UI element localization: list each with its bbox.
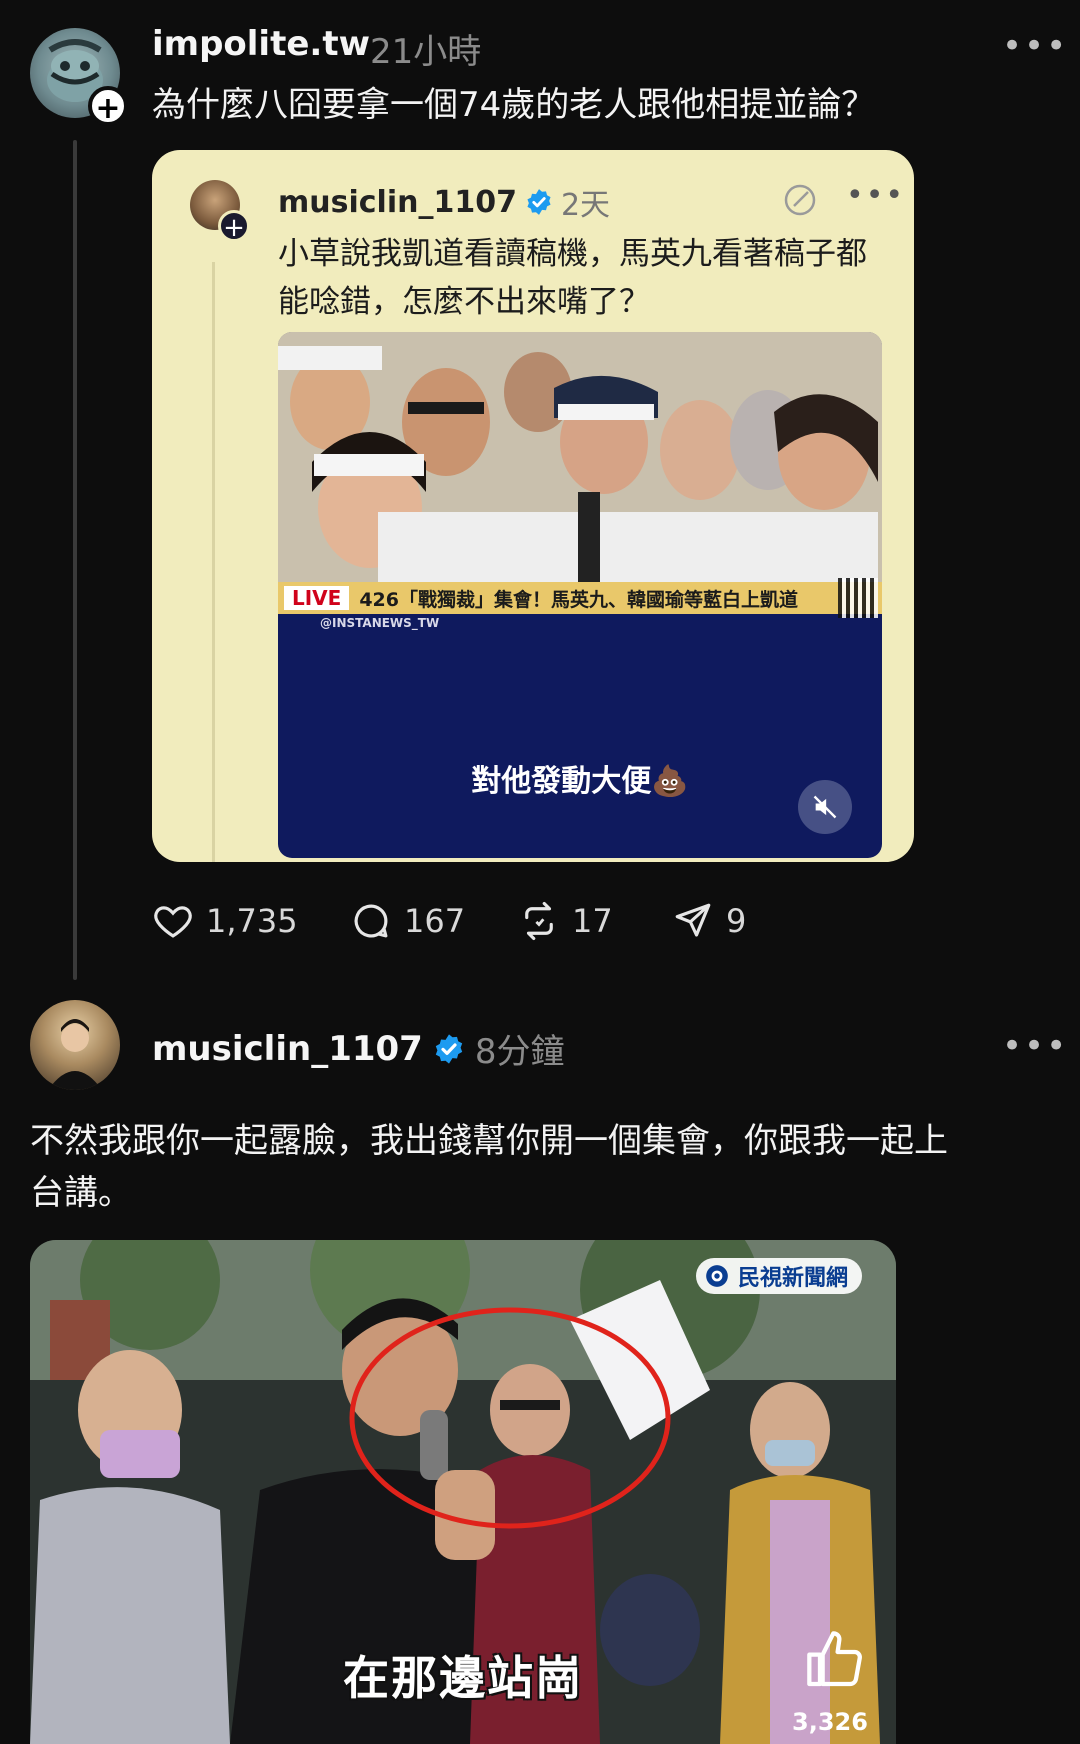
post-timestamp: 8分鐘	[474, 1032, 565, 1072]
quote-text-line-2: 能唸錯，怎麼不出來嘴了？	[278, 284, 650, 320]
quote-text-line-1: 小草說我凱道看讀稿機，馬英九看著稿子都	[278, 236, 867, 272]
quote-timestamp: 2天	[560, 188, 611, 223]
news-channel-name: 民視新聞網	[738, 1266, 849, 1291]
avatar-musiclin[interactable]	[30, 1000, 120, 1090]
reply-count: 167	[404, 902, 466, 940]
live-ticker-bar: LIVE 426「戰獨裁」集會！馬英九、韓國瑜等藍白上凱道	[278, 582, 882, 614]
quote-more-options-icon[interactable]: •••	[846, 178, 905, 213]
verified-badge-icon	[435, 1033, 463, 1064]
post-text-line-2: 台講。	[30, 1173, 132, 1213]
qr-code-icon	[838, 578, 878, 618]
reply-button[interactable]: 167	[350, 900, 465, 942]
share-count: 9	[726, 902, 747, 940]
quote-video-player[interactable]: LIVE 426「戰獨裁」集會！馬英九、韓國瑜等藍白上凱道 @INSTANEWS…	[278, 332, 882, 858]
post-text-line-1: 不然我跟你一起露臉，我出錢幫你開一個集會，你跟我一起上	[30, 1121, 948, 1161]
live-ticker-text: 426「戰獨裁」集會！馬英九、韓國瑜等藍白上凱道	[359, 588, 798, 611]
like-count: 1,735	[206, 902, 298, 940]
post-username[interactable]: musiclin_1107	[152, 1029, 423, 1069]
quote-follow-plus-button[interactable]: +	[218, 210, 250, 243]
more-options-icon[interactable]: •••	[1002, 26, 1068, 66]
video-caption: 對他發動大便💩	[471, 764, 689, 799]
send-icon	[675, 903, 711, 937]
like-button[interactable]: 1,735	[152, 900, 298, 942]
edited-icon	[784, 184, 816, 216]
thumbs-up-icon	[807, 1631, 862, 1687]
live-label: LIVE	[284, 586, 350, 610]
mute-button[interactable]	[798, 780, 852, 834]
follow-plus-button[interactable]: +	[88, 86, 128, 126]
repost-icon	[525, 901, 553, 941]
avatar-person-icon	[48, 1019, 102, 1090]
post-image[interactable]: 民視新聞網 在那邊站崗 3,326	[30, 1240, 896, 1744]
image-like-count: 3,326	[792, 1708, 868, 1736]
quote-username[interactable]: musiclin_1107	[278, 185, 517, 220]
post-text: 為什麼八囧要拿一個74歲的老人跟他相提並論？	[152, 85, 876, 125]
more-options-icon[interactable]: •••	[1002, 1026, 1068, 1066]
news-channel-badge: 民視新聞網	[696, 1258, 863, 1294]
heart-icon	[154, 906, 192, 938]
post-username[interactable]: impolite.tw	[152, 24, 370, 64]
channel-logo-icon	[706, 1265, 728, 1287]
image-caption: 在那邊站崗	[343, 1651, 583, 1705]
video-handle: @INSTANEWS_TW	[320, 616, 440, 630]
video-photo-frame	[278, 332, 882, 600]
post-timestamp: 21小時	[370, 32, 482, 72]
speaker-muted-icon	[813, 795, 837, 819]
quoted-post-card[interactable]: + musiclin_1107 2天 ••• 小草說我凱道看讀稿機，馬英九看著稿…	[152, 150, 914, 862]
share-button[interactable]: 9	[672, 900, 746, 942]
crowd-photo-icon	[278, 332, 882, 600]
quote-thread-line	[212, 262, 215, 862]
thread-connector	[73, 140, 77, 980]
repost-button[interactable]: 17	[518, 900, 613, 942]
repost-count: 17	[572, 902, 613, 940]
comment-bubble-icon	[354, 904, 388, 938]
verified-badge-icon	[527, 189, 551, 215]
